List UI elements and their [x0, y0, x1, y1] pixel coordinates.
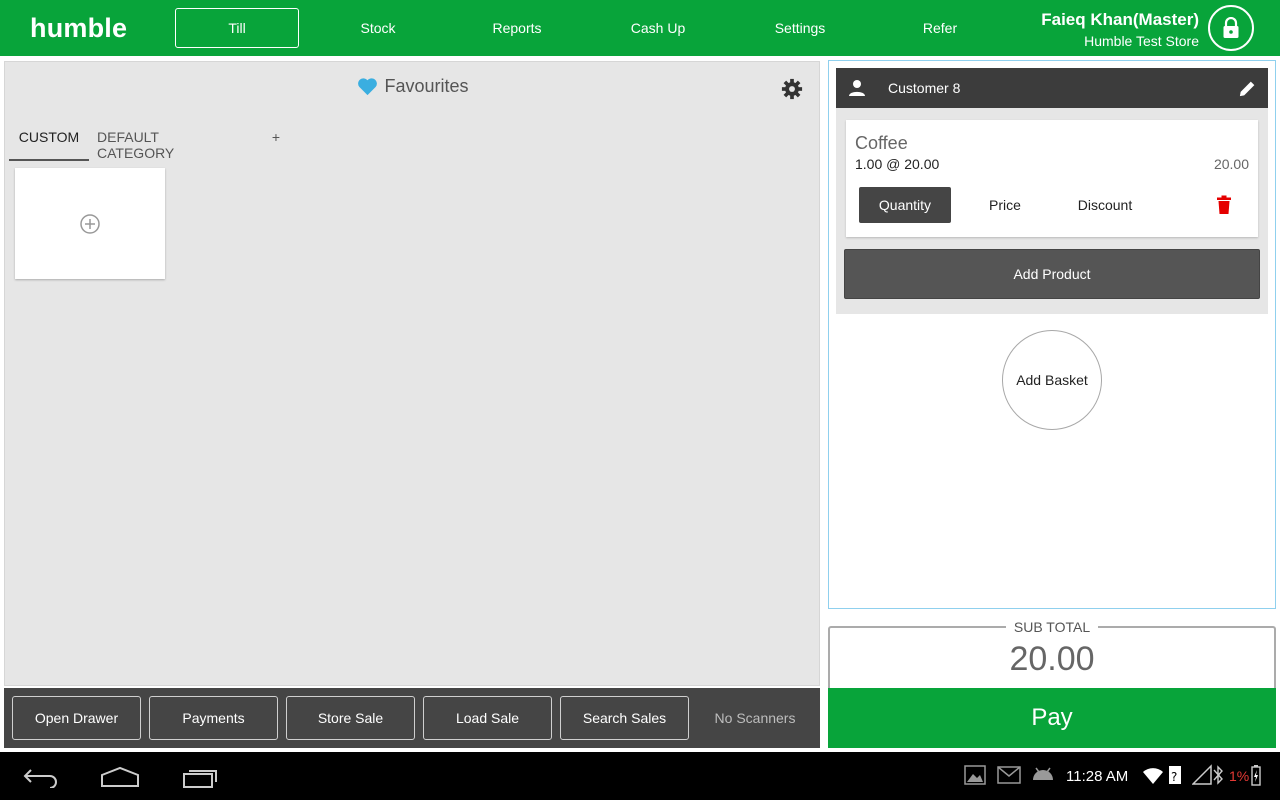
price-tab[interactable]: Price [959, 187, 1051, 223]
pencil-icon[interactable] [1238, 79, 1257, 98]
system-bar: 11:28 AM ? 1% [0, 752, 1280, 800]
back-icon[interactable] [22, 766, 60, 788]
svg-text:?: ? [1171, 770, 1177, 784]
subtotal-box: SUB TOTAL 20.00 [828, 619, 1276, 690]
nav-refer[interactable]: Refer [878, 8, 1002, 48]
basket: Customer 8 Coffee 1.00 @ 20.00 20.00 Qua… [836, 68, 1268, 314]
person-icon [849, 80, 865, 96]
scanner-status: No Scanners [714, 710, 796, 726]
cell-signal-icon [1192, 764, 1212, 785]
tab-custom[interactable]: CUSTOM [9, 122, 89, 161]
pay-button[interactable]: Pay [828, 688, 1276, 748]
tab-add-category[interactable]: + [263, 122, 289, 161]
battery-icon [1251, 765, 1261, 786]
recent-apps-icon[interactable] [182, 766, 220, 788]
subtotal-value: 20.00 [1009, 640, 1095, 678]
trash-icon[interactable] [1214, 195, 1234, 215]
tab-default-category[interactable]: DEFAULT CATEGORY [97, 122, 235, 161]
home-icon[interactable] [100, 766, 140, 788]
basket-line-item[interactable]: Coffee 1.00 @ 20.00 20.00 Quantity Price… [846, 120, 1258, 237]
clock: 11:28 AM [1066, 768, 1129, 785]
favourites-panel: Favourites CUSTOM DEFAULT CATEGORY + [4, 61, 820, 686]
store-sale-button[interactable]: Store Sale [286, 696, 415, 740]
top-bar: humble Till Stock Reports Cash Up Settin… [0, 0, 1280, 56]
gallery-icon [964, 765, 986, 785]
lock-icon [1223, 17, 1239, 38]
favourites-title-text: Favourites [384, 76, 469, 96]
nav-settings[interactable]: Settings [738, 8, 862, 48]
product-qty-price: 1.00 @ 20.00 [855, 156, 940, 172]
heart-icon [358, 78, 378, 96]
customer-name: Customer 8 [888, 80, 961, 96]
battery-percent: 1% [1229, 768, 1250, 784]
nav-reports[interactable]: Reports [455, 8, 579, 48]
payments-button[interactable]: Payments [149, 696, 278, 740]
search-sales-button[interactable]: Search Sales [560, 696, 689, 740]
basket-panel: Customer 8 Coffee 1.00 @ 20.00 20.00 Qua… [828, 60, 1276, 609]
user-name: Faieq Khan(Master) [1041, 10, 1199, 29]
nav-stock[interactable]: Stock [316, 8, 440, 48]
nav-till[interactable]: Till [175, 8, 299, 48]
discount-tab[interactable]: Discount [1059, 187, 1151, 223]
product-name: Coffee [855, 133, 908, 153]
android-debug-icon [1033, 767, 1053, 780]
store-name: Humble Test Store [1084, 33, 1199, 49]
lock-button[interactable] [1208, 5, 1254, 51]
favourites-title: Favourites [5, 76, 821, 97]
wifi-icon [1143, 768, 1163, 784]
mail-icon [997, 766, 1021, 784]
customer-header[interactable]: Customer 8 [836, 68, 1268, 108]
app-logo: humble [30, 13, 128, 43]
open-drawer-button[interactable]: Open Drawer [12, 696, 141, 740]
load-sale-button[interactable]: Load Sale [423, 696, 552, 740]
bottom-toolbar: Open Drawer Payments Store Sale Load Sal… [4, 688, 820, 748]
plus-circle-icon [80, 213, 100, 234]
add-product-button[interactable]: Add Product [844, 249, 1260, 299]
gear-icon[interactable] [781, 78, 803, 100]
bluetooth-icon [1213, 765, 1223, 785]
quantity-tab[interactable]: Quantity [859, 187, 951, 223]
product-line-total: 20.00 [1213, 156, 1249, 172]
subtotal-label: SUB TOTAL [1005, 619, 1099, 635]
nav-cash-up[interactable]: Cash Up [596, 8, 720, 48]
signal-unknown-icon: ? [1169, 766, 1181, 784]
add-basket-button[interactable]: Add Basket [1002, 330, 1102, 430]
add-favourite-tile[interactable] [15, 168, 165, 279]
